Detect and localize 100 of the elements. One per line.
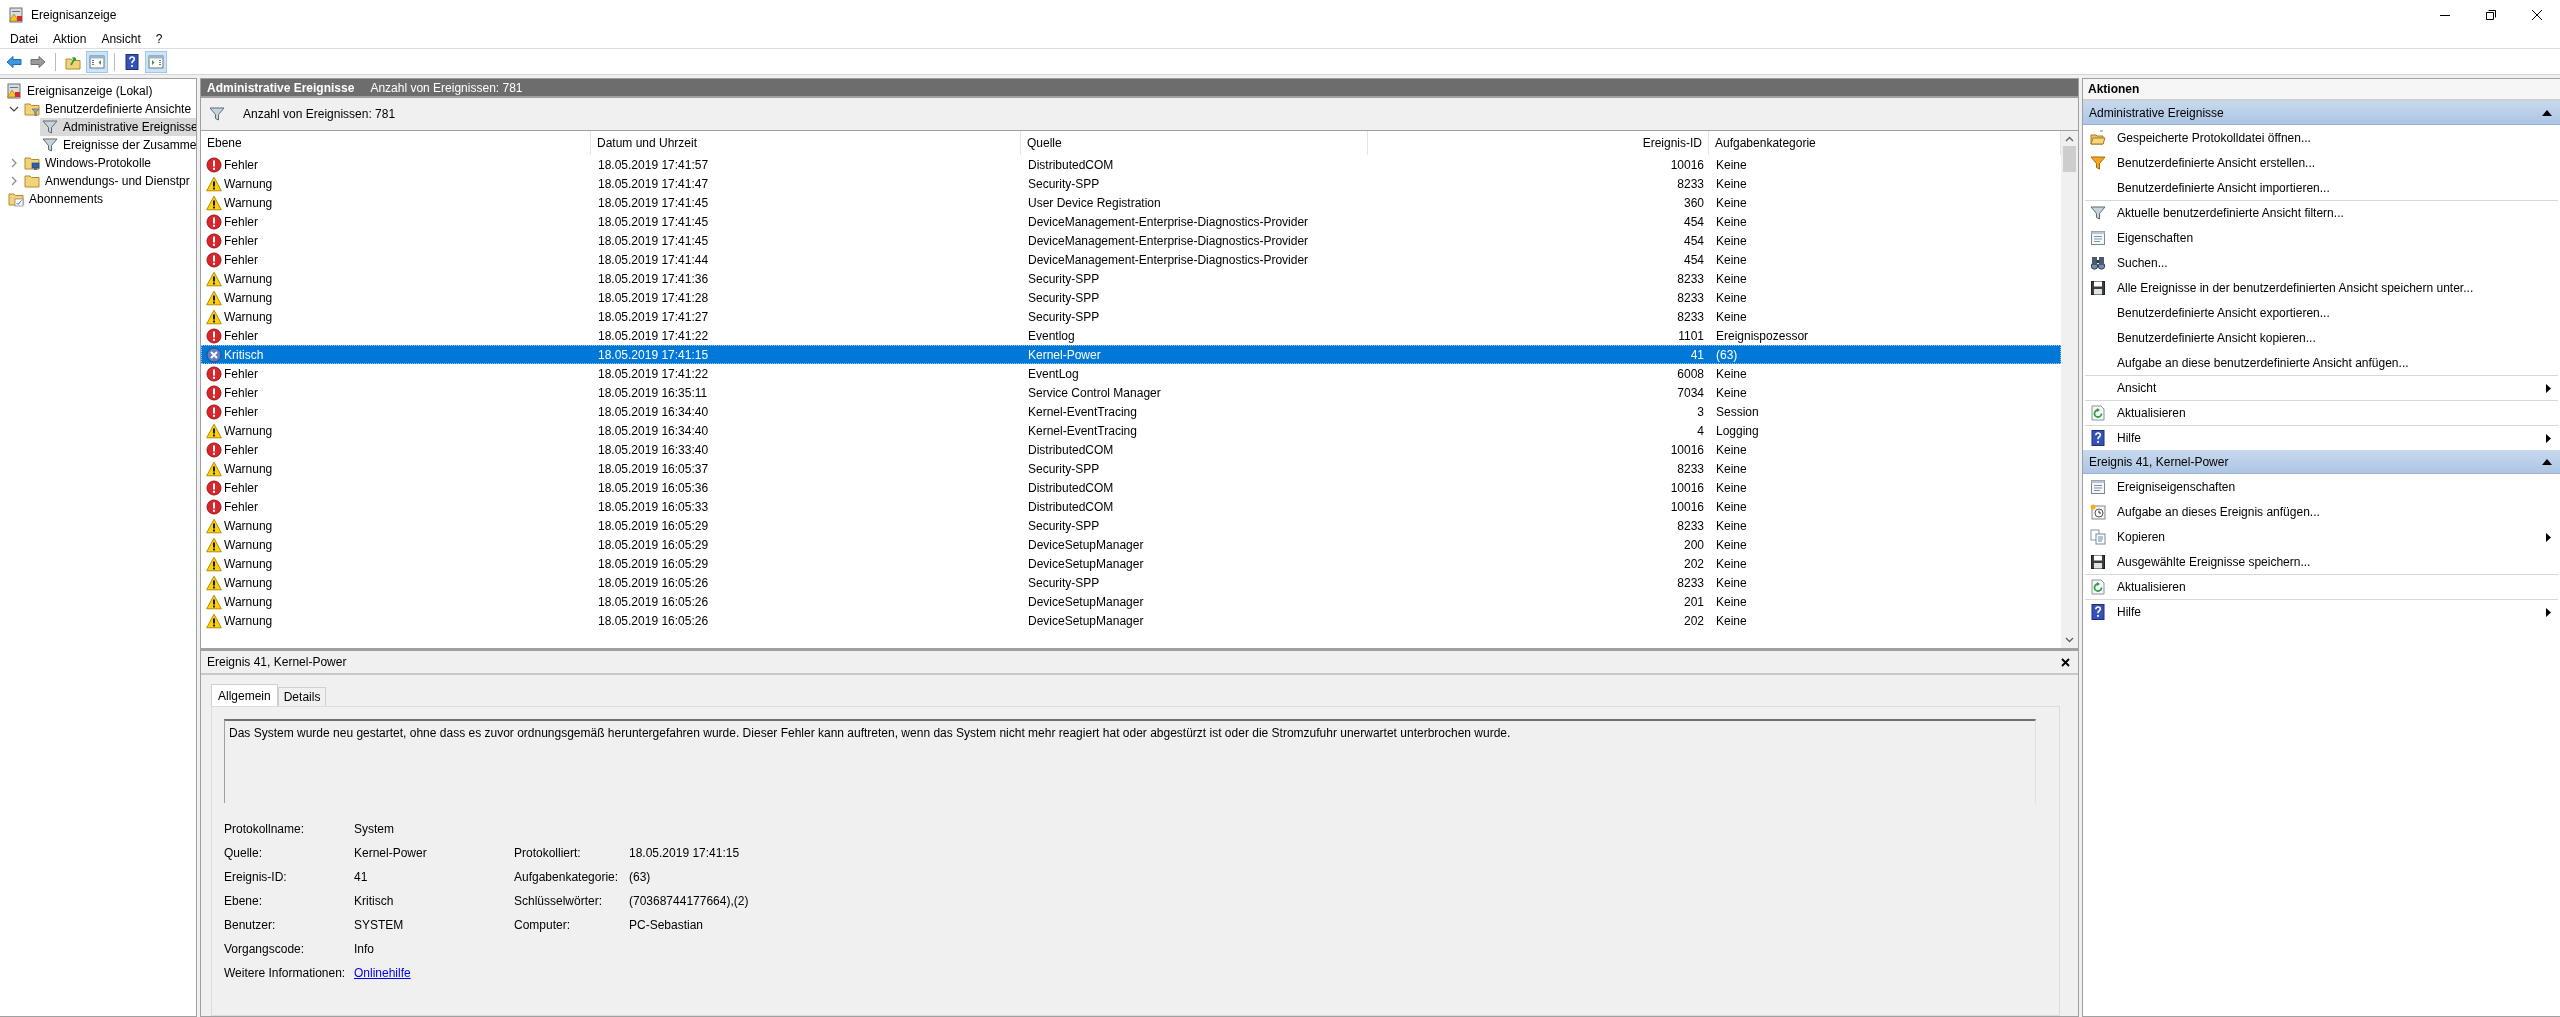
chevron-down-icon[interactable] bbox=[9, 104, 19, 114]
action-item[interactable]: Ausgewählte Ereignisse speichern... bbox=[2085, 549, 2558, 574]
action-item[interactable]: Aktualisieren bbox=[2085, 400, 2558, 425]
table-row[interactable]: Fehler 18.05.2019 17:41:22 EventLog 6008 Keine bbox=[201, 364, 2061, 383]
tree-item[interactable]: Ereignisse der Zusamme bbox=[40, 136, 196, 154]
table-row[interactable]: Fehler 18.05.2019 17:41:45 DeviceManagement-Enterprise-Diagnostics-Provider 454 Keine bbox=[201, 231, 2061, 250]
table-row[interactable]: Warnung 18.05.2019 16:34:40 Kernel-EventTracing 4 Logging bbox=[201, 421, 2061, 440]
action-item[interactable]: Ereigniseigenschaften bbox=[2085, 474, 2558, 499]
scrollbar-thumb[interactable] bbox=[2063, 146, 2076, 172]
critical-icon bbox=[206, 346, 222, 363]
column-header[interactable]: Datum und Uhrzeit bbox=[591, 131, 1021, 155]
table-cell: Warnung bbox=[224, 271, 273, 286]
table-row[interactable]: Warnung 18.05.2019 16:05:29 Security-SPP 8233 Keine bbox=[201, 516, 2061, 535]
tree-item[interactable]: Benutzerdefinierte Ansichte bbox=[22, 100, 196, 118]
table-row[interactable]: Warnung 18.05.2019 16:05:26 DeviceSetupManager 201 Keine bbox=[201, 592, 2061, 611]
table-row[interactable]: Warnung 18.05.2019 17:41:27 Security-SPP 8233 Keine bbox=[201, 307, 2061, 326]
help-icon bbox=[2090, 604, 2106, 620]
action-item[interactable]: Benutzerdefinierte Ansicht kopieren... bbox=[2085, 325, 2558, 350]
column-header[interactable]: Quelle bbox=[1021, 131, 1368, 155]
action-item[interactable]: Hilfe bbox=[2085, 599, 2558, 624]
scroll-down-icon[interactable] bbox=[2065, 635, 2074, 644]
table-row[interactable]: Warnung 18.05.2019 17:41:47 Security-SPP 8233 Keine bbox=[201, 174, 2061, 193]
action-item[interactable]: Suchen... bbox=[2085, 250, 2558, 275]
action-item[interactable]: Kopieren bbox=[2085, 524, 2558, 549]
properties-icon bbox=[2090, 479, 2106, 495]
table-cell: 18.05.2019 17:41:27 bbox=[598, 309, 709, 324]
field-label: Computer: bbox=[514, 918, 572, 932]
action-item[interactable]: Aufgabe an diese benutzerdefinierte Ansicht anfügen... bbox=[2085, 350, 2558, 375]
tree-item[interactable]: Abonnements bbox=[6, 190, 196, 208]
help-link[interactable]: Onlinehilfe bbox=[354, 966, 411, 980]
column-header[interactable]: Ereignis-ID bbox=[1368, 131, 1709, 155]
table-row[interactable]: Fehler 18.05.2019 17:41:44 DeviceManagement-Enterprise-Diagnostics-Provider 454 Keine bbox=[201, 250, 2061, 269]
action-item[interactable]: Aufgabe an dieses Ereignis anfügen... bbox=[2085, 499, 2558, 524]
table-row[interactable]: Warnung 18.05.2019 16:05:29 DeviceSetupManager 200 Keine bbox=[201, 535, 2061, 554]
tab[interactable]: Details bbox=[277, 687, 327, 706]
table-cell: Security-SPP bbox=[1028, 461, 1100, 476]
table-row[interactable]: Warnung 18.05.2019 16:05:26 Security-SPP 8233 Keine bbox=[201, 573, 2061, 592]
section-header[interactable]: Ereignis 41, Kernel-Power bbox=[2083, 450, 2560, 474]
chevron-right-icon[interactable] bbox=[9, 176, 19, 186]
restore-icon[interactable] bbox=[2486, 10, 2496, 20]
error-icon bbox=[206, 213, 222, 230]
table-row[interactable]: Warnung 18.05.2019 16:05:37 Security-SPP 8233 Keine bbox=[201, 459, 2061, 478]
table-cell: Warnung bbox=[224, 176, 273, 191]
table-row[interactable]: Fehler 18.05.2019 16:35:11 Service Control Manager 7034 Keine bbox=[201, 383, 2061, 402]
pane-title: Aktionen bbox=[2083, 79, 2560, 101]
folder-icon bbox=[24, 155, 40, 171]
table-cell: Keine bbox=[1716, 518, 1747, 533]
collapse-icon[interactable] bbox=[2542, 109, 2552, 116]
action-item[interactable]: Aktualisieren bbox=[2085, 574, 2558, 599]
tree-item[interactable]: Ereignisanzeige (Lokal) bbox=[4, 82, 196, 100]
table-cell: Keine bbox=[1716, 537, 1747, 552]
table-row[interactable]: Fehler 18.05.2019 16:33:40 DistributedCOM 10016 Keine bbox=[201, 440, 2061, 459]
minimize-icon[interactable] bbox=[2440, 14, 2450, 16]
tree-item[interactable]: Windows-Protokolle bbox=[22, 154, 196, 172]
collapse-icon[interactable] bbox=[2542, 458, 2552, 465]
warning-icon bbox=[206, 593, 222, 610]
table-row[interactable]: Fehler 18.05.2019 16:05:36 DistributedCOM 10016 Keine bbox=[201, 478, 2061, 497]
action-item[interactable]: Benutzerdefinierte Ansicht erstellen... bbox=[2085, 150, 2558, 175]
table-row[interactable]: Kritisch 18.05.2019 17:41:15 Kernel-Power 41 (63) bbox=[201, 345, 2061, 364]
table-row[interactable]: Warnung 18.05.2019 17:41:36 Security-SPP 8233 Keine bbox=[201, 269, 2061, 288]
table-row[interactable]: Fehler 18.05.2019 17:41:22 Eventlog 1101 Ereignispozessor bbox=[201, 326, 2061, 345]
table-cell: Keine bbox=[1716, 499, 1747, 514]
table-cell: Keine bbox=[1716, 176, 1747, 191]
table-row[interactable]: Warnung 18.05.2019 17:41:45 User Device Registration 360 Keine bbox=[201, 193, 2061, 212]
table-row[interactable]: Fehler 18.05.2019 17:41:57 DistributedCOM 10016 Keine bbox=[201, 155, 2061, 174]
action-item[interactable]: Gespeicherte Protokolldatei öffnen... bbox=[2085, 125, 2558, 150]
table-row[interactable]: Warnung 18.05.2019 16:05:29 DeviceSetupManager 202 Keine bbox=[201, 554, 2061, 573]
close-icon[interactable] bbox=[2532, 10, 2542, 20]
table-cell: 18.05.2019 16:05:36 bbox=[598, 480, 709, 495]
table-cell: 202 bbox=[1683, 613, 1704, 628]
table-row[interactable]: Warnung 18.05.2019 16:05:26 DeviceSetupManager 202 Keine bbox=[201, 611, 2061, 630]
table-row[interactable]: Warnung 18.05.2019 17:41:28 Security-SPP 8233 Keine bbox=[201, 288, 2061, 307]
action-item[interactable]: Benutzerdefinierte Ansicht importieren... bbox=[2085, 175, 2558, 200]
action-item[interactable]: Benutzerdefinierte Ansicht exportieren... bbox=[2085, 300, 2558, 325]
action-item[interactable]: Eigenschaften bbox=[2085, 225, 2558, 250]
table-cell: 4 bbox=[1697, 423, 1704, 438]
table-cell: 18.05.2019 17:41:22 bbox=[598, 366, 709, 381]
menu-item[interactable]: Datei bbox=[3, 30, 46, 48]
scroll-up-icon[interactable] bbox=[2065, 135, 2074, 144]
action-item[interactable]: Ansicht bbox=[2085, 375, 2558, 400]
table-row[interactable]: Fehler 18.05.2019 16:05:33 DistributedCOM 10016 Keine bbox=[201, 497, 2061, 516]
section-header[interactable]: Administrative Ereignisse bbox=[2083, 101, 2560, 125]
table-cell: Keine bbox=[1716, 613, 1747, 628]
menu-item[interactable]: ? bbox=[148, 30, 171, 48]
table-row[interactable]: Fehler 18.05.2019 16:34:40 Kernel-EventTracing 3 Session bbox=[201, 402, 2061, 421]
menu-item[interactable]: Ansicht bbox=[94, 30, 149, 48]
tree-item[interactable]: Anwendungs- und Dienstpr bbox=[22, 172, 196, 190]
column-header[interactable]: Ebene bbox=[201, 131, 591, 155]
menu-item[interactable]: Aktion bbox=[46, 30, 95, 48]
warning-icon bbox=[206, 175, 222, 192]
table-row[interactable]: Fehler 18.05.2019 17:41:45 DeviceManagement-Enterprise-Diagnostics-Provider 454 Keine bbox=[201, 212, 2061, 231]
table-cell: Fehler bbox=[224, 404, 258, 419]
field-label: Protokolliert: bbox=[514, 846, 582, 860]
chevron-right-icon[interactable] bbox=[9, 158, 19, 168]
tab[interactable]: Allgemein bbox=[211, 684, 278, 706]
action-item[interactable]: Aktuelle benutzerdefinierte Ansicht filtern... bbox=[2085, 200, 2558, 225]
error-icon bbox=[206, 365, 222, 382]
close-icon[interactable] bbox=[2061, 657, 2070, 667]
action-item[interactable]: Alle Ereignisse in der benutzerdefinierten Ansicht speichern unter... bbox=[2085, 275, 2558, 300]
filter-icon bbox=[209, 106, 225, 122]
